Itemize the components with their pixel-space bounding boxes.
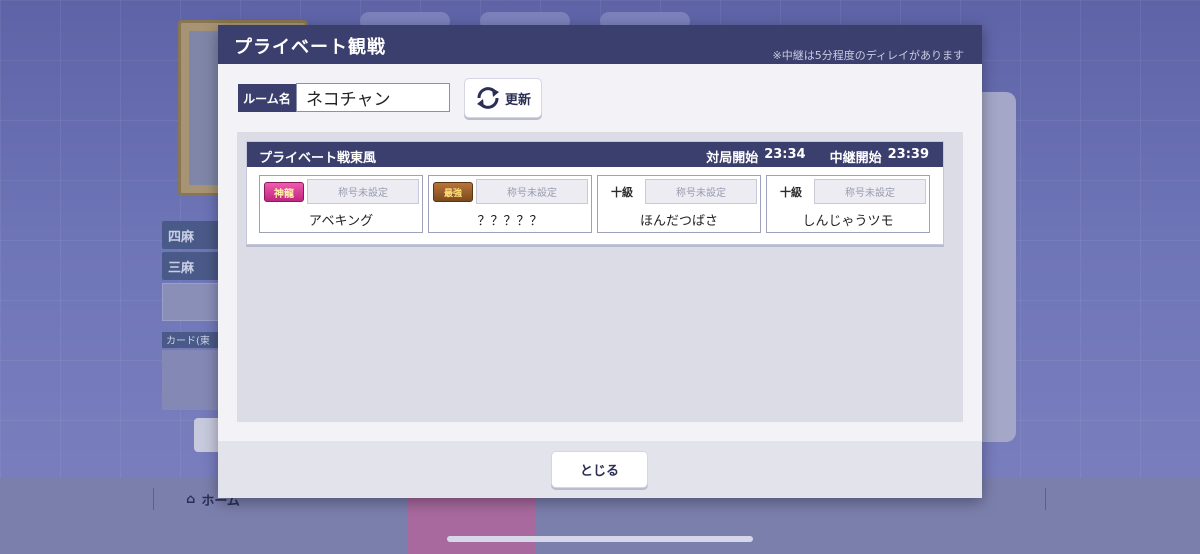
player-title: 称号未設定 [476, 179, 588, 204]
refresh-icon [475, 87, 501, 109]
dialog-title: プライベート観戦 [234, 37, 386, 58]
match-list: プライベート戦東風 対局開始 23:34 中継開始 23:39 神龍 称号未設定… [237, 132, 963, 422]
home-indicator [447, 536, 753, 542]
relay-time: 23:39 [887, 147, 929, 162]
player-slot: 十級 称号未設定 ほんだつばさ [597, 175, 761, 233]
match-card[interactable]: プライベート戦東風 対局開始 23:34 中継開始 23:39 神龍 称号未設定… [246, 141, 944, 245]
home-icon: ⌂ [186, 492, 196, 507]
rank-badge-icon: 神龍 [264, 182, 304, 202]
player-name: アベキング [308, 214, 374, 229]
refresh-button[interactable]: 更新 [464, 78, 542, 118]
refresh-label: 更新 [504, 92, 531, 108]
rank-badge-icon: 最強 [433, 182, 473, 202]
delay-note: ※中継は5分程度のディレイがあります [772, 49, 964, 62]
room-name-input[interactable] [296, 83, 450, 112]
background-mode-4: 四麻 [162, 221, 220, 249]
close-button[interactable]: とじる [551, 451, 648, 488]
relay-label: 中継開始 [829, 151, 882, 166]
rank-badge-icon: 十級 [611, 186, 633, 199]
match-name: プライベート戦東風 [259, 151, 377, 166]
background-card [162, 350, 220, 410]
player-slot: 十級 称号未設定 しんじゃうツモ [766, 175, 930, 233]
background-mode-3: 三麻 [162, 252, 220, 280]
player-list: 神龍 称号未設定 アベキング 最強 称号未設定 ？？？？？ 十級 称号未設定 ほ… [259, 175, 931, 235]
player-title: 称号未設定 [645, 179, 757, 204]
player-slot: 神龍 称号未設定 アベキング [259, 175, 423, 233]
player-name: しんじゃうツモ [802, 214, 894, 229]
room-name-label: ルーム名 [238, 84, 296, 112]
start-label: 対局開始 [706, 151, 759, 166]
background-card-label: カード(東 [162, 332, 220, 348]
background-box [162, 283, 220, 321]
player-name: ？？？？？ [477, 214, 543, 229]
player-name: ほんだつばさ [639, 214, 718, 229]
player-slot: 最強 称号未設定 ？？？？？ [428, 175, 592, 233]
start-time: 23:34 [764, 147, 806, 162]
private-watch-dialog: プライベート観戦 ※中継は5分程度のディレイがあります ルーム名 更新 プライベ… [218, 25, 982, 498]
player-title: 称号未設定 [814, 179, 926, 204]
dialog-header: プライベート観戦 ※中継は5分程度のディレイがあります [218, 25, 982, 64]
player-title: 称号未設定 [307, 179, 419, 204]
rank-badge-icon: 十級 [780, 186, 802, 199]
match-header: プライベート戦東風 対局開始 23:34 中継開始 23:39 [247, 142, 943, 167]
dialog-footer: とじる [218, 441, 982, 498]
